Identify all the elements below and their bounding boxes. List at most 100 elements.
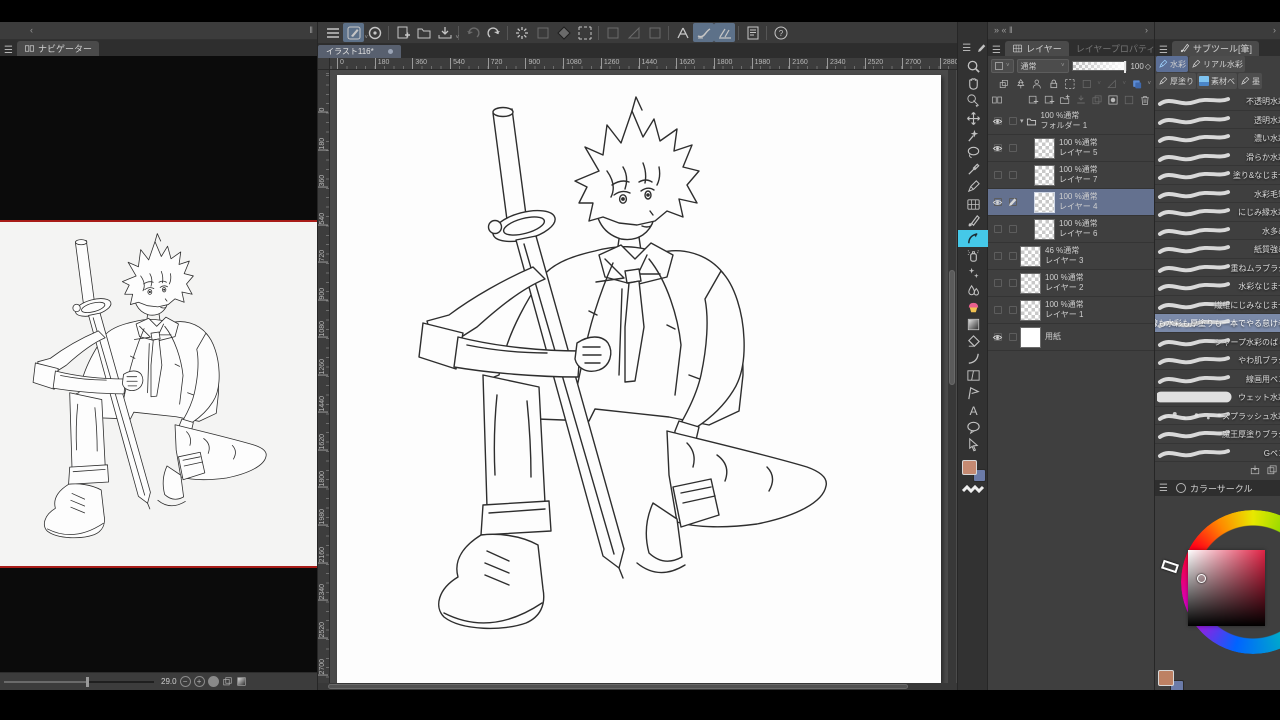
airbrush-tool[interactable] bbox=[958, 247, 989, 264]
eraser-tool[interactable] bbox=[958, 333, 989, 350]
layer-visibility-toggle[interactable] bbox=[990, 197, 1005, 208]
decoration-tool[interactable] bbox=[958, 264, 989, 281]
tab-layers[interactable]: レイヤー bbox=[1004, 41, 1069, 56]
brush-item[interactable]: 重ねムラブラシ bbox=[1155, 258, 1280, 277]
brush-item[interactable]: 濃い水彩 bbox=[1155, 129, 1280, 148]
brush-item[interactable]: 魔王厚塗りブラシ bbox=[1155, 425, 1280, 444]
transfer-down-icon[interactable] bbox=[1075, 94, 1087, 106]
brush-item[interactable]: ウェット水彩 bbox=[1155, 388, 1280, 407]
snap-ruler[interactable]: ˅ bbox=[672, 23, 693, 42]
layer-thumbnail[interactable] bbox=[1034, 137, 1055, 159]
import-subtool-icon[interactable] bbox=[1249, 464, 1261, 476]
saturation-value-box[interactable] bbox=[1188, 550, 1265, 626]
pen-tool[interactable] bbox=[958, 178, 989, 195]
split-panel-icon[interactable] bbox=[991, 94, 1003, 106]
blend-mode-select[interactable]: 通常 ˅ bbox=[1016, 59, 1069, 73]
save-file[interactable]: ˅ bbox=[434, 23, 459, 42]
subtool-category[interactable]: 厚塗り bbox=[1156, 73, 1196, 89]
tab-navigator[interactable]: ナビゲーター bbox=[16, 41, 99, 56]
redo[interactable]: ˅ bbox=[483, 23, 504, 42]
layer-visibility-toggle[interactable] bbox=[990, 116, 1005, 127]
layer-row[interactable]: ▾ 46 %通常 レイヤー 3 bbox=[988, 243, 1154, 270]
invert-selection[interactable]: ˅ bbox=[623, 23, 644, 42]
select-pen-tool[interactable] bbox=[958, 436, 989, 453]
figure-tool[interactable] bbox=[958, 196, 989, 213]
brush-item[interactable]: スプラッシュ水彩 bbox=[1155, 406, 1280, 425]
layer-visibility-toggle[interactable] bbox=[990, 332, 1005, 343]
processing[interactable]: ˅ bbox=[511, 23, 532, 42]
document-info[interactable]: ˅ bbox=[742, 23, 763, 42]
apply-mask-icon[interactable] bbox=[1123, 94, 1135, 106]
curve-tool[interactable] bbox=[958, 350, 989, 367]
main-color-swatch[interactable] bbox=[962, 460, 977, 475]
new-file[interactable]: ˅ bbox=[392, 23, 413, 42]
panel-menu-icon[interactable]: ☰ bbox=[1155, 483, 1172, 494]
auto-select-tool[interactable] bbox=[958, 127, 989, 144]
subtool-category[interactable]: 素材べ bbox=[1197, 73, 1237, 89]
subtool-category[interactable]: 墨 bbox=[1238, 73, 1262, 89]
layer-row[interactable]: ▾ 100 %通常 レイヤー 5 bbox=[988, 135, 1154, 162]
document-tab[interactable]: イラスト116* bbox=[318, 45, 401, 58]
brush-item[interactable]: 水彩なじませ bbox=[1155, 277, 1280, 296]
new-vector-layer-icon[interactable] bbox=[1043, 94, 1055, 106]
panel-menu-icon[interactable]: ☰ bbox=[988, 45, 1005, 56]
navigator-zoom-slider[interactable] bbox=[4, 676, 154, 687]
panel-arrow-icon[interactable]: › bbox=[1145, 25, 1148, 35]
hand-tool[interactable] bbox=[958, 75, 989, 92]
canvas-viewport[interactable]: 0 180 360 540 720 900 1080 1260 1440 1620 1800 1980… bbox=[318, 70, 957, 683]
brush-item[interactable]: にじみ縁水彩 bbox=[1155, 203, 1280, 222]
panel-menu-icon[interactable]: ☰ bbox=[1155, 45, 1172, 56]
lock-layer-icon[interactable] bbox=[1048, 78, 1060, 90]
brush-item[interactable]: Gペン bbox=[1155, 443, 1280, 462]
zoom-out-button[interactable]: − bbox=[179, 676, 191, 687]
eyedropper-tool[interactable] bbox=[958, 161, 989, 178]
navigator-preview[interactable] bbox=[0, 56, 317, 672]
enable-mask-icon[interactable] bbox=[1081, 78, 1093, 90]
layer-row[interactable]: ▾ 100 %通常 レイヤー 2 bbox=[988, 270, 1154, 297]
merge-down-icon[interactable] bbox=[1091, 94, 1103, 106]
delete-layer-icon[interactable] bbox=[1139, 94, 1151, 106]
layer-thumbnail[interactable] bbox=[1020, 299, 1041, 321]
folder-collapse-caret[interactable]: ▾ bbox=[1020, 117, 1024, 125]
draft-layer-icon[interactable] bbox=[1031, 78, 1043, 90]
layer-row[interactable]: ▾ 100 %通常 レイヤー 7 bbox=[988, 162, 1154, 189]
lock-alpha-icon[interactable] bbox=[1064, 78, 1076, 90]
main-menu[interactable]: ˅ bbox=[322, 23, 343, 42]
open-file[interactable]: ˅ bbox=[413, 23, 434, 42]
brush-tool[interactable] bbox=[958, 213, 989, 230]
layer-opacity-stepper[interactable]: 100 ◇ bbox=[1130, 62, 1151, 71]
layer-mask-icon[interactable] bbox=[1107, 94, 1119, 106]
brush-item[interactable]: 紙質強め bbox=[1155, 240, 1280, 259]
layer-row[interactable]: ▾ 100 %通常 レイヤー 6 bbox=[988, 216, 1154, 243]
zoom-fit-button[interactable] bbox=[207, 676, 219, 687]
layer-thumbnail[interactable] bbox=[1020, 272, 1041, 294]
brush-item[interactable]: 繊維にじみなじませ bbox=[1155, 295, 1280, 314]
brush-item[interactable]: 塗り&なじませ bbox=[1155, 166, 1280, 185]
layer-visibility-toggle[interactable] bbox=[990, 143, 1005, 154]
layer-opacity-slider[interactable] bbox=[1071, 61, 1128, 73]
layer-thumbnail[interactable] bbox=[1034, 164, 1055, 186]
help[interactable]: ˅ bbox=[770, 23, 791, 42]
subtool-category[interactable]: 水彩 bbox=[1156, 56, 1188, 72]
text-tool[interactable] bbox=[958, 402, 989, 419]
layer-row[interactable]: ▾ 100 %通常 レイヤー 1 bbox=[988, 297, 1154, 324]
layer-row[interactable]: ▾ 用紙 bbox=[988, 324, 1154, 351]
blend-thumb-select[interactable]: ˅ bbox=[991, 59, 1014, 73]
balloon-tool[interactable] bbox=[958, 419, 989, 436]
brush-item[interactable]: 不透明水彩 bbox=[1155, 92, 1280, 111]
vertical-scrollbar[interactable] bbox=[948, 70, 956, 683]
blend-tool[interactable] bbox=[958, 281, 989, 298]
brush-item[interactable]: 透明水彩 bbox=[1155, 110, 1280, 129]
fill[interactable]: ˅ bbox=[553, 23, 574, 42]
polyline-tool[interactable] bbox=[958, 385, 989, 402]
new-folder-icon[interactable] bbox=[1059, 94, 1071, 106]
clear[interactable]: ˅ bbox=[532, 23, 553, 42]
layer-thumbnail[interactable] bbox=[1020, 245, 1041, 267]
selection-border[interactable]: ˅ bbox=[644, 23, 665, 42]
clip-studio[interactable]: ˅ bbox=[364, 23, 385, 42]
layer-thumbnail[interactable] bbox=[1034, 191, 1055, 213]
layer-row[interactable]: ▾ 100 %通常 レイヤー 4 bbox=[988, 189, 1154, 216]
new-raster-layer-icon[interactable] bbox=[1027, 94, 1039, 106]
brush-item[interactable]: 水多め bbox=[1155, 221, 1280, 240]
snap-special-ruler[interactable]: ˅ bbox=[693, 23, 714, 42]
